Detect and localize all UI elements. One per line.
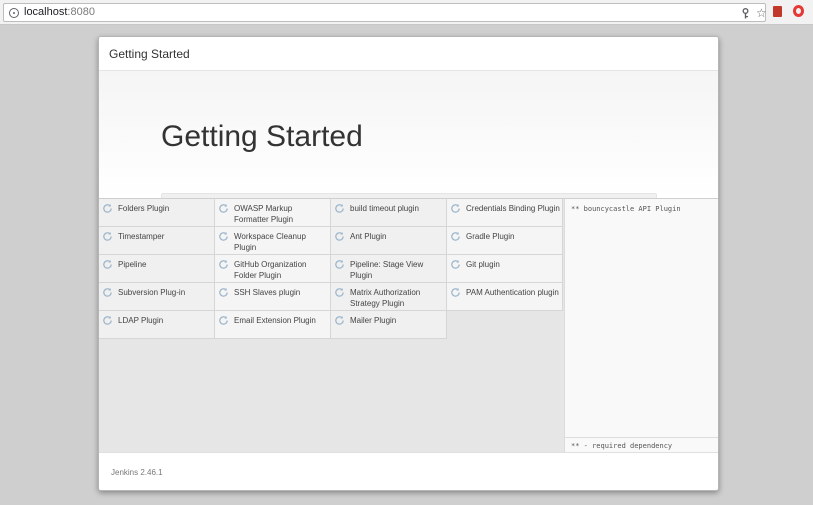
refresh-icon [219, 232, 228, 241]
refresh-icon [103, 288, 112, 297]
dialog-footer: Jenkins 2.46.1 [99, 452, 718, 490]
url-text[interactable]: localhost:8080 [24, 6, 95, 18]
log-line: ** bouncycastle API Plugin [571, 205, 681, 213]
plugin-name: build timeout plugin [350, 204, 419, 213]
url-port: :8080 [67, 6, 95, 18]
refresh-icon [335, 232, 344, 241]
install-log-panel[interactable]: ** bouncycastle API Plugin ** - required… [564, 199, 718, 453]
plugin-item: Mailer Plugin [331, 311, 447, 339]
plugin-item: PAM Authentication plugin [447, 283, 563, 311]
refresh-icon [451, 260, 460, 269]
plugin-item: LDAP Plugin [99, 311, 215, 339]
plugin-item: Folders Plugin [99, 199, 215, 227]
plugin-name: SSH Slaves plugin [234, 288, 301, 297]
refresh-icon [335, 204, 344, 213]
plugin-name: Timestamper [118, 232, 165, 241]
plugin-name: GitHub Organization Folder Plugin [234, 260, 307, 280]
browser-toolbar: localhost:8080 ☆ [0, 0, 813, 25]
plugin-item: Pipeline: Stage View Plugin [331, 255, 447, 283]
plugin-item: Ant Plugin [331, 227, 447, 255]
star-icon[interactable]: ☆ [756, 6, 767, 20]
plugin-install-area: Folders Plugin OWASP Markup Formatter Plu… [99, 198, 718, 453]
plugin-item: Credentials Binding Plugin [447, 199, 563, 227]
refresh-icon [219, 204, 228, 213]
refresh-icon [335, 260, 344, 269]
opera-icon[interactable] [793, 5, 804, 17]
refresh-icon [103, 316, 112, 325]
refresh-icon [219, 288, 228, 297]
plugin-name: Pipeline: Stage View Plugin [350, 260, 424, 280]
plugin-name: Credentials Binding Plugin [466, 204, 560, 213]
info-icon[interactable] [9, 8, 19, 18]
refresh-icon [451, 204, 460, 213]
plugin-name: Pipeline [118, 260, 147, 269]
refresh-icon [335, 288, 344, 297]
hero-section: Getting Started [99, 71, 718, 205]
refresh-icon [335, 316, 344, 325]
hero-title: Getting Started [161, 120, 363, 153]
log-legend: ** - required dependency [571, 442, 673, 450]
plugin-name: Matrix Authorization Strategy Plugin [350, 288, 421, 308]
plugin-item: Matrix Authorization Strategy Plugin [331, 283, 447, 311]
plugin-name: Git plugin [466, 260, 500, 269]
refresh-icon [219, 260, 228, 269]
plugin-item: OWASP Markup Formatter Plugin [215, 199, 331, 227]
refresh-icon [103, 260, 112, 269]
plugin-name: Subversion Plug-in [118, 288, 186, 297]
plugin-item: build timeout plugin [331, 199, 447, 227]
refresh-icon [451, 232, 460, 241]
plugin-name: LDAP Plugin [118, 316, 164, 325]
refresh-icon [451, 288, 460, 297]
plugin-name: PAM Authentication plugin [466, 288, 559, 297]
refresh-icon [103, 204, 112, 213]
dialog-header: Getting Started [99, 37, 718, 71]
refresh-icon [219, 316, 228, 325]
plugin-item: SSH Slaves plugin [215, 283, 331, 311]
plugin-name: Gradle Plugin [466, 232, 515, 241]
plugin-name: Workspace Cleanup Plugin [234, 232, 306, 252]
jenkins-version: Jenkins 2.46.1 [111, 468, 163, 477]
plugin-name: Ant Plugin [350, 232, 387, 241]
plugin-item: Pipeline [99, 255, 215, 283]
plugin-name: Email Extension Plugin [234, 316, 316, 325]
plugin-item: Email Extension Plugin [215, 311, 331, 339]
plugin-name: Mailer Plugin [350, 316, 397, 325]
plugin-item: Workspace Cleanup Plugin [215, 227, 331, 255]
refresh-icon [103, 232, 112, 241]
log-footer: ** - required dependency [565, 437, 718, 453]
extension-icon[interactable] [773, 6, 782, 17]
address-bar[interactable]: localhost:8080 ☆ [3, 3, 767, 22]
plugin-item: Git plugin [447, 255, 563, 283]
plugin-item: Subversion Plug-in [99, 283, 215, 311]
url-host: localhost [24, 6, 68, 18]
plugin-item: Timestamper [99, 227, 215, 255]
setup-wizard-dialog: Getting Started Getting Started Folders … [98, 36, 719, 491]
plugin-name: OWASP Markup Formatter Plugin [234, 204, 294, 224]
plugin-item: GitHub Organization Folder Plugin [215, 255, 331, 283]
dialog-title: Getting Started [109, 47, 190, 61]
plugin-item: Gradle Plugin [447, 227, 563, 255]
key-icon[interactable] [741, 8, 750, 19]
plugin-name: Folders Plugin [118, 204, 170, 213]
